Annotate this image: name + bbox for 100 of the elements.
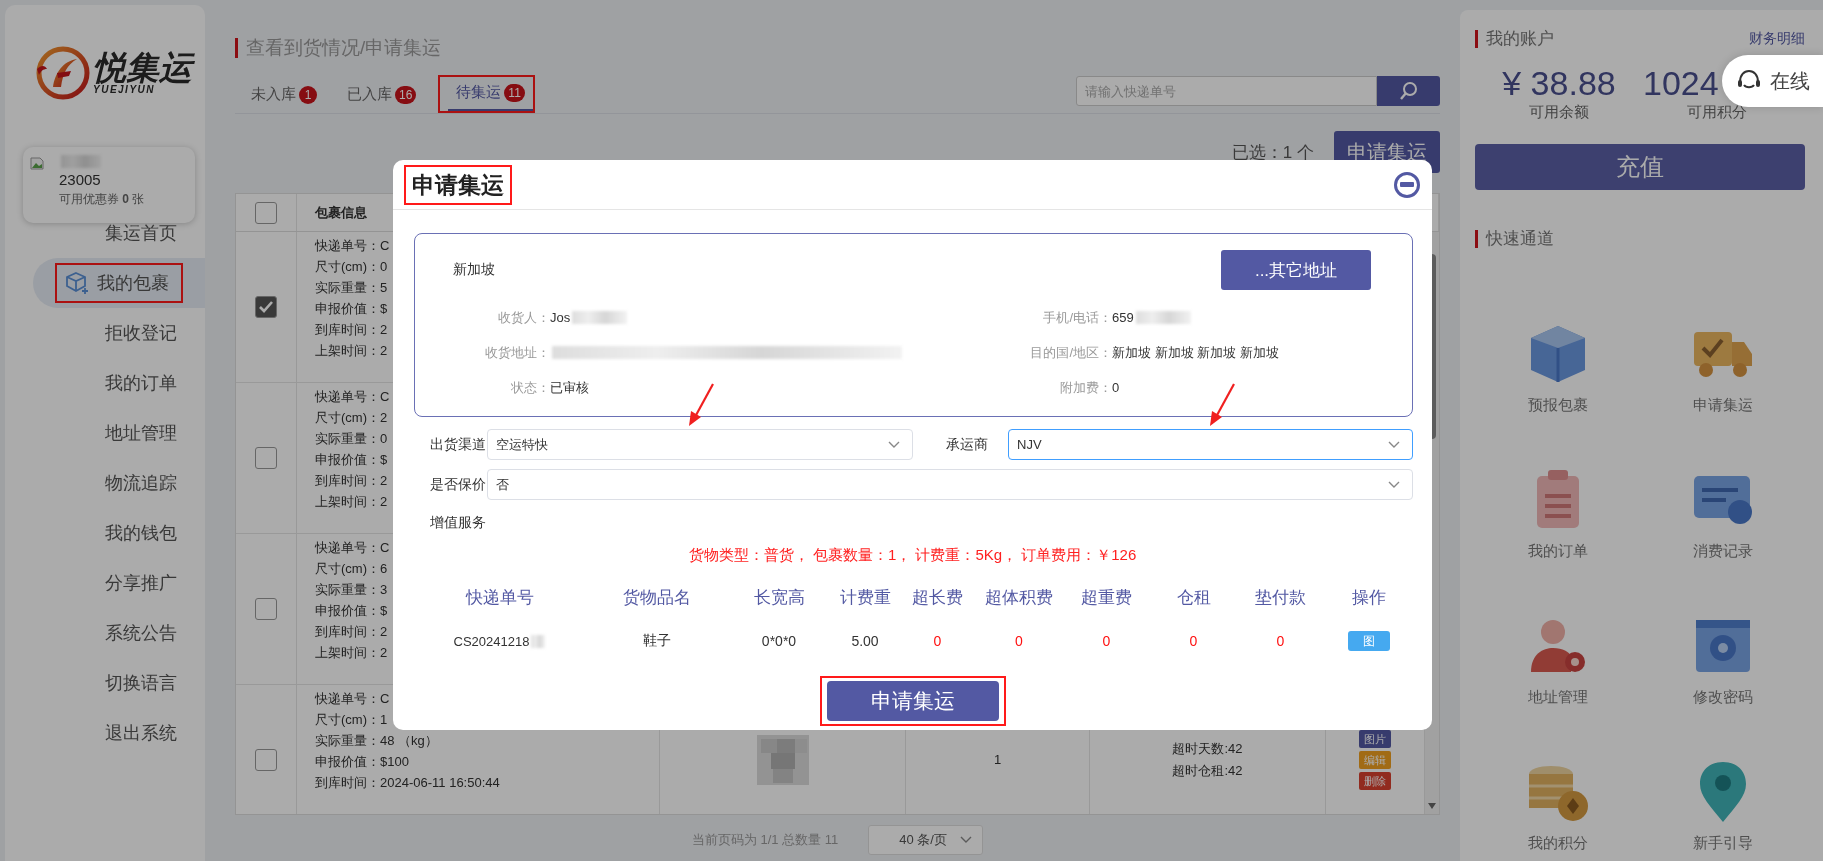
quick-link[interactable]: 地址管理	[1475, 610, 1640, 756]
section-title: 快速通道	[1475, 230, 1805, 248]
recharge-button[interactable]: 充值	[1475, 144, 1805, 190]
nav-item[interactable]: 分享推广	[99, 567, 183, 599]
scroll-down-arrow-icon[interactable]	[1427, 802, 1437, 810]
section-title: 我的账户	[1475, 30, 1554, 48]
select-label: 出货渠道	[430, 435, 487, 454]
select-field[interactable]: NJV	[1008, 429, 1413, 460]
table-cell-text: 0*0*0	[760, 633, 798, 649]
quick-link[interactable]: 消费记录	[1640, 464, 1805, 610]
package-info-text: 到库时间：2024-06-11 16:50:44	[315, 774, 500, 792]
column-header: 仓租	[1175, 586, 1212, 609]
nav-item[interactable]: 退出系统	[99, 717, 183, 749]
chevron-down-icon	[888, 440, 900, 449]
checkbox[interactable]	[255, 447, 277, 469]
nav-item[interactable]: 地址管理	[99, 417, 183, 449]
check-icon	[258, 300, 274, 314]
selected-count: 已选：1 个	[1231, 141, 1314, 164]
checkbox[interactable]	[255, 296, 277, 318]
package-info-text: 申报价值：$	[315, 300, 388, 318]
services-label: 增值服务	[430, 514, 487, 532]
fee-cell-text: 0	[1101, 633, 1112, 649]
table-cell: CS20241218	[453, 633, 530, 649]
quantity-text: 1	[993, 751, 1002, 769]
package-info-text: 尺寸(cm)：0	[315, 258, 388, 276]
quick-link[interactable]: 修改密码	[1640, 610, 1805, 756]
column-header: 包裹信息	[315, 203, 367, 222]
checkbox[interactable]	[255, 749, 277, 771]
quick-link[interactable]: 我的积分	[1475, 756, 1640, 861]
pagination-text: 当前页码为 1/1 总数量 11	[691, 831, 839, 849]
user-id: 23005	[59, 171, 102, 188]
nav-item[interactable]: 集运首页	[99, 217, 183, 249]
package-info-text: 实际重量：0	[315, 430, 388, 448]
select-field[interactable]: 否	[487, 469, 1413, 500]
tab[interactable]: 未入库 1	[243, 79, 325, 113]
logo-subtitle: YUEJIYUN	[93, 83, 155, 95]
package-info-text: 快递单号：C	[315, 539, 390, 557]
package-info-text: 到库时间：2	[315, 472, 388, 490]
table-cell-text: 5.00	[850, 633, 880, 649]
package-info-text: 快递单号：C	[315, 237, 390, 255]
fee-cell-text: 0	[932, 633, 943, 649]
page-size-select[interactable]: 40 条/页	[868, 825, 984, 855]
overdue-text: 超时天数:42	[1172, 740, 1243, 758]
package-info-text: 申报价值：$	[315, 602, 388, 620]
field-value: Jos	[550, 310, 571, 325]
package-info-text: 上架时间：2	[315, 644, 388, 662]
action-button[interactable]: 图片	[1359, 730, 1391, 748]
nav-item[interactable]: 系统公告	[99, 617, 183, 649]
chevron-down-icon	[1388, 440, 1400, 449]
package-info-text: 上架时间：2	[315, 493, 388, 511]
nav-item[interactable]: 我的包裹	[59, 267, 175, 299]
submit-button[interactable]: 申请集运	[826, 681, 999, 721]
package-info-text: 实际重量：5	[315, 279, 388, 297]
page-title: 查看到货情况/申请集运	[235, 38, 1440, 58]
column-header: 超重费	[1080, 586, 1133, 609]
package-info-text: 快递单号：C	[315, 388, 390, 406]
nav-item[interactable]: 我的订单	[99, 367, 183, 399]
field-label: 手机/电话：	[1042, 308, 1112, 327]
quick-link[interactable]: 申请集运	[1640, 318, 1805, 464]
tab[interactable]: 待集运 11	[448, 77, 533, 111]
nav-item[interactable]: 切换语言	[99, 667, 183, 699]
close-button[interactable]	[1394, 171, 1420, 198]
table-cell-text: 鞋子	[641, 632, 672, 650]
package-info-text: 实际重量：3	[315, 581, 388, 599]
search-button[interactable]	[1377, 76, 1440, 106]
column-header: 操作	[1350, 586, 1387, 609]
package-info-text: 尺寸(cm)：2	[315, 409, 388, 427]
nav-item[interactable]: 我的钱包	[99, 517, 183, 549]
fee-cell-text: 0	[1275, 633, 1286, 649]
nav-item[interactable]: 物流追踪	[99, 467, 183, 499]
chevron-down-icon	[1388, 480, 1400, 489]
package-info-text: 尺寸(cm)：6	[315, 560, 388, 578]
broken-image-icon	[29, 155, 45, 171]
order-summary: 货物类型：普货， 包裹数量：1， 计费重：5Kg， 订单费用：￥126	[687, 546, 1138, 565]
quick-link[interactable]: 新手引导	[1640, 756, 1805, 861]
field-label: 收货人：	[497, 308, 550, 327]
package-info-text: 上架时间：2	[315, 342, 388, 360]
other-address-button[interactable]: ...其它地址	[1221, 250, 1371, 290]
cube-icon	[65, 271, 91, 295]
column-header: 超长费	[911, 586, 964, 609]
image-button[interactable]: 图	[1347, 631, 1390, 651]
field-label: 附加费：	[1059, 378, 1112, 397]
select-label: 是否保价	[430, 475, 487, 494]
tab[interactable]: 已入库 16	[339, 79, 425, 113]
field-value: 新加坡 新加坡 新加坡 新加坡	[1112, 343, 1279, 362]
field-label: 状态：	[510, 378, 550, 397]
package-info-text: 快递单号：C	[315, 690, 390, 708]
chevron-down-icon	[960, 836, 973, 844]
nav-item[interactable]: 拒收登记	[99, 317, 183, 349]
checkbox[interactable]	[255, 598, 277, 620]
quick-link[interactable]: 我的订单	[1475, 464, 1640, 610]
action-button[interactable]: 删除	[1359, 772, 1391, 790]
search-icon	[1398, 81, 1419, 101]
checkbox[interactable]	[255, 201, 277, 224]
finance-details-link[interactable]: 财务明细	[1749, 30, 1805, 48]
quick-link[interactable]: 预报包裹	[1475, 318, 1640, 464]
fee-cell-text: 0	[1188, 633, 1199, 649]
select-field[interactable]: 空运特快	[487, 429, 913, 460]
select-label: 承运商	[946, 435, 989, 454]
package-info-text: 实际重量：48 （kg）	[315, 732, 438, 750]
